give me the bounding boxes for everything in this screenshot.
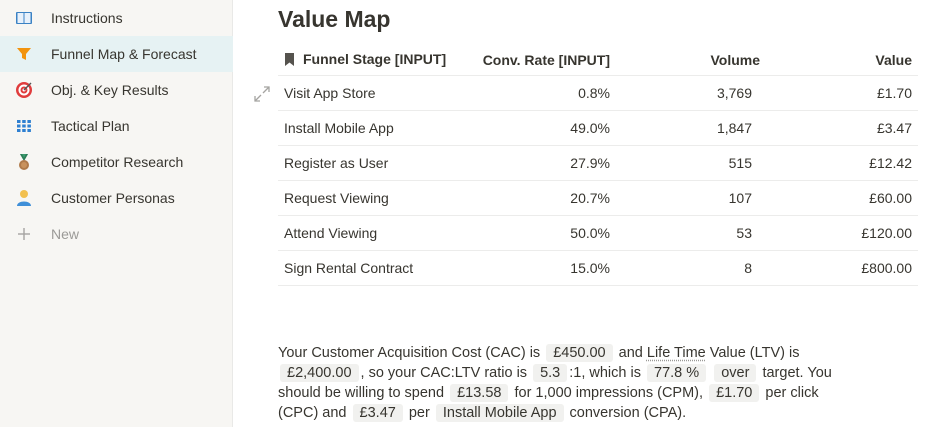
sidebar-item-customer-personas[interactable]: Customer Personas (0, 180, 233, 216)
funnel-table: Funnel Stage [INPUT] Conv. Rate [INPUT] … (278, 45, 918, 286)
cell-rate[interactable]: 0.8% (446, 75, 616, 111)
summary-text: for 1,000 impressions (CPM), (514, 384, 704, 401)
percent-value: 77.8 % (647, 363, 707, 382)
cell-volume[interactable]: 8 (616, 250, 766, 286)
person-icon (14, 188, 34, 208)
sidebar-item-label: Instructions (51, 10, 123, 26)
summary-paragraph: Your Customer Acquisition Cost (CAC) is … (278, 343, 858, 423)
cell-rate[interactable]: 15.0% (446, 250, 616, 286)
table-row[interactable]: Attend Viewing 50.0% 53 £120.00 (278, 215, 918, 251)
table-row[interactable]: Sign Rental Contract 15.0% 8 £800.00 (278, 250, 918, 286)
cell-stage[interactable]: Install Mobile App (278, 110, 446, 146)
cpa-stage: Install Mobile App (435, 403, 564, 422)
bookmark-icon (284, 52, 295, 69)
percent-unit: % (686, 364, 700, 381)
ltv-term: Life Time (646, 344, 706, 361)
sidebar-item-label: Customer Personas (51, 190, 175, 206)
column-header-label: Funnel Stage [INPUT] (303, 50, 446, 67)
sidebar-item-label: Competitor Research (51, 154, 184, 170)
cell-volume[interactable]: 107 (616, 180, 766, 216)
cpc-value: £1.70 (709, 383, 760, 402)
cell-value[interactable]: £800.00 (766, 250, 918, 286)
sidebar-item-label: Obj. & Key Results (51, 82, 169, 98)
cell-stage[interactable]: Request Viewing (278, 180, 446, 216)
cell-volume[interactable]: 53 (616, 215, 766, 251)
sidebar-item-label: Tactical Plan (51, 118, 130, 134)
cpa-value: £3.47 (352, 403, 403, 422)
cell-stage[interactable]: Register as User (278, 145, 446, 181)
table-row[interactable]: Request Viewing 20.7% 107 £60.00 (278, 180, 918, 216)
cell-value[interactable]: £1.70 (766, 75, 918, 111)
main-content: Value Map Funnel Stage [INPUT] Conv. Rat… (234, 0, 943, 427)
plus-icon (14, 224, 34, 244)
column-header-volume[interactable]: Volume (616, 45, 766, 76)
column-header-value[interactable]: Value (766, 45, 918, 76)
summary-text: per (408, 404, 430, 421)
new-page-button[interactable]: New (0, 216, 233, 252)
sidebar-item-competitor-research[interactable]: Competitor Research (0, 144, 233, 180)
grid-icon (14, 116, 34, 136)
percent-number: 77.8 (654, 364, 683, 381)
funnel-icon (14, 44, 34, 64)
cell-stage[interactable]: Attend Viewing (278, 215, 446, 251)
target-icon (14, 80, 34, 100)
book-icon (14, 8, 34, 28)
cell-value[interactable]: £12.42 (766, 145, 918, 181)
cac-value: £450.00 (546, 343, 613, 362)
summary-text: , so your CAC:LTV ratio is (360, 364, 528, 381)
cell-rate[interactable]: 50.0% (446, 215, 616, 251)
summary-text: Your Customer Acquisition Cost (CAC) is (278, 344, 541, 361)
cell-volume[interactable]: 515 (616, 145, 766, 181)
cell-value[interactable]: £120.00 (766, 215, 918, 251)
cpm-value: £13.58 (450, 383, 509, 402)
summary-text: target. (762, 364, 804, 381)
table-header-row: Funnel Stage [INPUT] Conv. Rate [INPUT] … (278, 45, 918, 76)
medal-icon (14, 152, 34, 172)
cell-volume[interactable]: 3,769 (616, 75, 766, 111)
expand-icon[interactable] (253, 85, 271, 103)
cell-rate[interactable]: 20.7% (446, 180, 616, 216)
ltv-value: £2,400.00 (280, 363, 359, 382)
cell-rate[interactable]: 49.0% (446, 110, 616, 146)
direction-value: over (714, 363, 757, 382)
cell-stage[interactable]: Sign Rental Contract (278, 250, 446, 286)
new-page-label: New (51, 226, 80, 242)
sidebar-item-tactical-plan[interactable]: Tactical Plan (0, 108, 233, 144)
sidebar-item-funnel-map[interactable]: Funnel Map & Forecast (0, 36, 233, 72)
cell-volume[interactable]: 1,847 (616, 110, 766, 146)
ratio-value: 5.3 (533, 363, 568, 382)
sidebar-item-okr[interactable]: Obj. & Key Results (0, 72, 233, 108)
column-header-rate[interactable]: Conv. Rate [INPUT] (446, 45, 616, 76)
summary-text: Value (LTV) is (709, 344, 800, 361)
page-title: Value Map (278, 6, 391, 32)
summary-text: and (618, 344, 643, 361)
cell-stage[interactable]: Visit App Store (278, 75, 446, 111)
summary-text: :1, which is (569, 364, 641, 381)
sidebar-item-instructions[interactable]: Instructions (0, 0, 233, 36)
cell-value[interactable]: £3.47 (766, 110, 918, 146)
cell-value[interactable]: £60.00 (766, 180, 918, 216)
cell-rate[interactable]: 27.9% (446, 145, 616, 181)
column-header-stage[interactable]: Funnel Stage [INPUT] (278, 45, 446, 76)
sidebar-item-label: Funnel Map & Forecast (51, 46, 197, 62)
table-row[interactable]: Visit App Store 0.8% 3,769 £1.70 (278, 75, 918, 111)
table-row[interactable]: Register as User 27.9% 515 £12.42 (278, 145, 918, 181)
table-row[interactable]: Install Mobile App 49.0% 1,847 £3.47 (278, 110, 918, 146)
sidebar: Instructions Funnel Map & Forecast Obj. … (0, 0, 233, 427)
summary-text: conversion (CPA). (569, 404, 687, 421)
